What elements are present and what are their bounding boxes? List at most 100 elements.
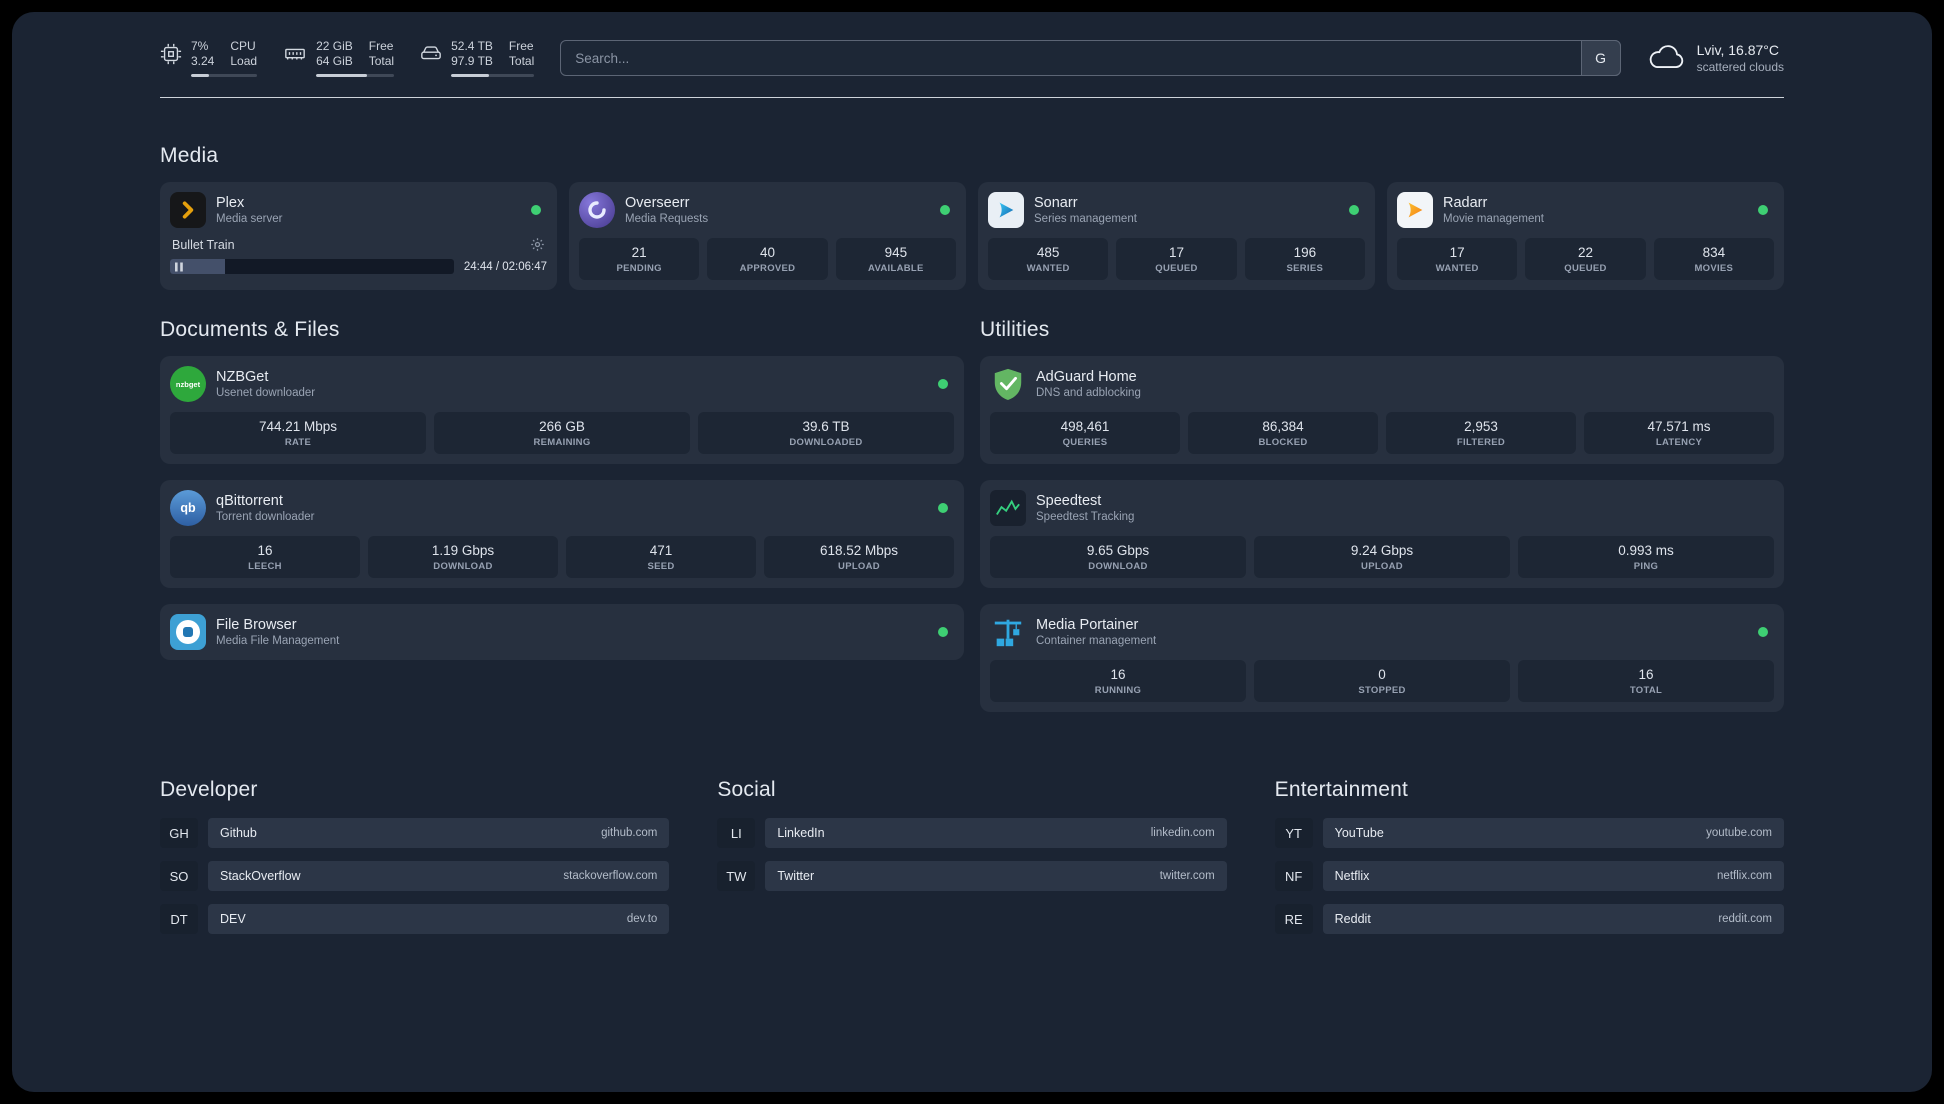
stat-tile: 47.571 ms LATENCY — [1584, 412, 1774, 454]
bookmark-youtube[interactable]: YT YouTube youtube.com — [1274, 818, 1784, 848]
bookmark-twitter[interactable]: TW Twitter twitter.com — [717, 861, 1227, 891]
memory-icon — [283, 43, 307, 65]
status-dot — [940, 205, 950, 215]
stat-tile: 471 SEED — [566, 536, 756, 578]
playback-time: 24:44 / 02:06:47 — [463, 260, 547, 273]
pause-icon[interactable] — [175, 262, 183, 271]
stats-row: 16 LEECH 1.19 Gbps DOWNLOAD 471 SEED 618… — [170, 536, 954, 578]
status-dot — [938, 503, 948, 513]
card-head: qb qBittorrent Torrent downloader — [170, 490, 954, 526]
stat-label: RATE — [284, 437, 312, 448]
service-subtitle: Series management — [1034, 213, 1137, 225]
service-card-filebrowser[interactable]: File Browser Media File Management — [160, 604, 964, 660]
disk-label-top: Free — [508, 39, 534, 53]
card-head: Sonarr Series management — [988, 192, 1365, 228]
stat-tile: 86,384 BLOCKED — [1188, 412, 1378, 454]
bookmark-linkedin[interactable]: LI LinkedIn linkedin.com — [717, 818, 1227, 848]
service-card-sonarr[interactable]: Sonarr Series management 485 WANTED 17 Q… — [978, 182, 1375, 290]
stat-label: DOWNLOADED — [789, 437, 863, 448]
stat-tile: 16 TOTAL — [1518, 660, 1774, 702]
topbar: 7% 3.24 CPU Load 22 GiB 64 GiB Free Tota… — [160, 34, 1784, 82]
bookmark-stackoverflow[interactable]: SO StackOverflow stackoverflow.com — [160, 861, 670, 891]
stat-value: 22 — [1577, 245, 1593, 260]
stat-value: 266 GB — [539, 419, 585, 434]
stat-tile: 40 APPROVED — [707, 238, 828, 280]
service-card-plex[interactable]: Plex Media server Bullet Train 24:44 / 0… — [160, 182, 557, 290]
cpu-icon — [160, 43, 182, 65]
status-dot — [938, 627, 948, 637]
media-grid: Plex Media server Bullet Train 24:44 / 0… — [160, 182, 1784, 290]
speedtest-icon — [990, 490, 1026, 526]
service-card-adguard[interactable]: AdGuard Home DNS and adblocking 498,461 … — [980, 356, 1784, 464]
stat-value: 9.24 Gbps — [1350, 543, 1414, 558]
stat-tile: 9.65 Gbps DOWNLOAD — [990, 536, 1246, 578]
topbar-divider — [160, 97, 1784, 98]
card-head: Radarr Movie management — [1397, 192, 1774, 228]
stat-tile: 485 WANTED — [988, 238, 1109, 280]
bookmark-github[interactable]: GH Github github.com — [160, 818, 670, 848]
bookmark-domain: github.com — [601, 827, 658, 839]
stat-label: REMAINING — [533, 437, 591, 448]
stat-value: 618.52 Mbps — [819, 543, 899, 558]
service-card-overseerr[interactable]: Overseerr Media Requests 21 PENDING 40 A… — [569, 182, 966, 290]
service-card-speedtest[interactable]: Speedtest Speedtest Tracking 9.65 Gbps D… — [980, 480, 1784, 588]
stat-label: DOWNLOAD — [1088, 561, 1148, 572]
memory-usage-bar — [316, 74, 395, 77]
stat-label: LEECH — [248, 561, 282, 572]
service-card-nzbget[interactable]: nzbget NZBGet Usenet downloader 744.21 M… — [160, 356, 964, 464]
status-dot — [531, 205, 541, 215]
service-card-radarr[interactable]: Radarr Movie management 17 WANTED 22 QUE… — [1387, 182, 1784, 290]
stat-label: LATENCY — [1655, 437, 1703, 448]
bookmark-abbr: GH — [160, 818, 198, 848]
stat-value: 498,461 — [1060, 419, 1110, 434]
portainer-icon — [990, 614, 1026, 650]
bookmark-abbr: NF — [1274, 861, 1313, 891]
section-title-documents: Documents & Files — [160, 318, 340, 341]
service-card-qbittorrent[interactable]: qb qBittorrent Torrent downloader 16 LEE… — [160, 480, 964, 588]
stat-tile: 17 WANTED — [1397, 238, 1518, 280]
bookmark-domain: twitter.com — [1159, 870, 1215, 882]
stat-value: 2,953 — [1464, 419, 1498, 434]
bookmark-name: Reddit — [1334, 912, 1371, 926]
bookmark-reddit[interactable]: RE Reddit reddit.com — [1274, 904, 1784, 934]
bookmark-domain: linkedin.com — [1150, 827, 1215, 839]
stat-tile: 834 MOVIES — [1653, 238, 1774, 280]
search-provider-button[interactable]: G — [1580, 40, 1621, 76]
stat-tile: 498,461 QUERIES — [990, 412, 1180, 454]
service-card-portainer[interactable]: Media Portainer Container management 16 … — [980, 604, 1784, 712]
stat-value: 17 — [1449, 245, 1465, 260]
stat-tile: 17 QUEUED — [1116, 238, 1237, 280]
stat-label: SEED — [647, 561, 675, 572]
bookmark-domain: reddit.com — [1718, 913, 1772, 925]
bookmark-name: DEV — [220, 912, 246, 926]
stats-row: 17 WANTED 22 QUEUED 834 MOVIES — [1397, 238, 1774, 280]
service-name: Plex — [216, 195, 245, 211]
stat-tile: 16 RUNNING — [990, 660, 1246, 702]
stat-value: 196 — [1293, 245, 1317, 260]
bookmark-abbr: RE — [1274, 904, 1313, 934]
weather-condition: scattered clouds — [1696, 60, 1784, 74]
stat-value: 9.65 Gbps — [1086, 543, 1150, 558]
search-input[interactable] — [560, 40, 1621, 76]
status-dot — [1758, 627, 1768, 637]
stat-label: WANTED — [1435, 263, 1479, 274]
disk-usage-bar-fill — [451, 74, 490, 77]
section-title-social: Social — [717, 778, 776, 801]
section-title-entertainment: Entertainment — [1274, 778, 1408, 801]
bookmark-name: Twitter — [777, 869, 815, 883]
cloud-icon — [1647, 44, 1687, 72]
service-name: Sonarr — [1034, 195, 1078, 211]
stat-label: QUEUED — [1564, 263, 1607, 274]
cpu-label-bottom: Load — [230, 54, 258, 68]
stat-label: DOWNLOAD — [433, 561, 493, 572]
stats-row: 485 WANTED 17 QUEUED 196 SERIES — [988, 238, 1365, 280]
bookmark-domain: netflix.com — [1717, 870, 1772, 882]
playback-progress-bar[interactable] — [170, 259, 454, 274]
bookmark-dev[interactable]: DT DEV dev.to — [160, 904, 670, 934]
stat-label: FILTERED — [1456, 437, 1506, 448]
adguard-icon — [990, 366, 1026, 402]
bookmark-name: LinkedIn — [777, 826, 825, 840]
gear-icon[interactable] — [530, 237, 545, 252]
stat-value: 744.21 Mbps — [258, 419, 338, 434]
bookmark-netflix[interactable]: NF Netflix netflix.com — [1274, 861, 1784, 891]
